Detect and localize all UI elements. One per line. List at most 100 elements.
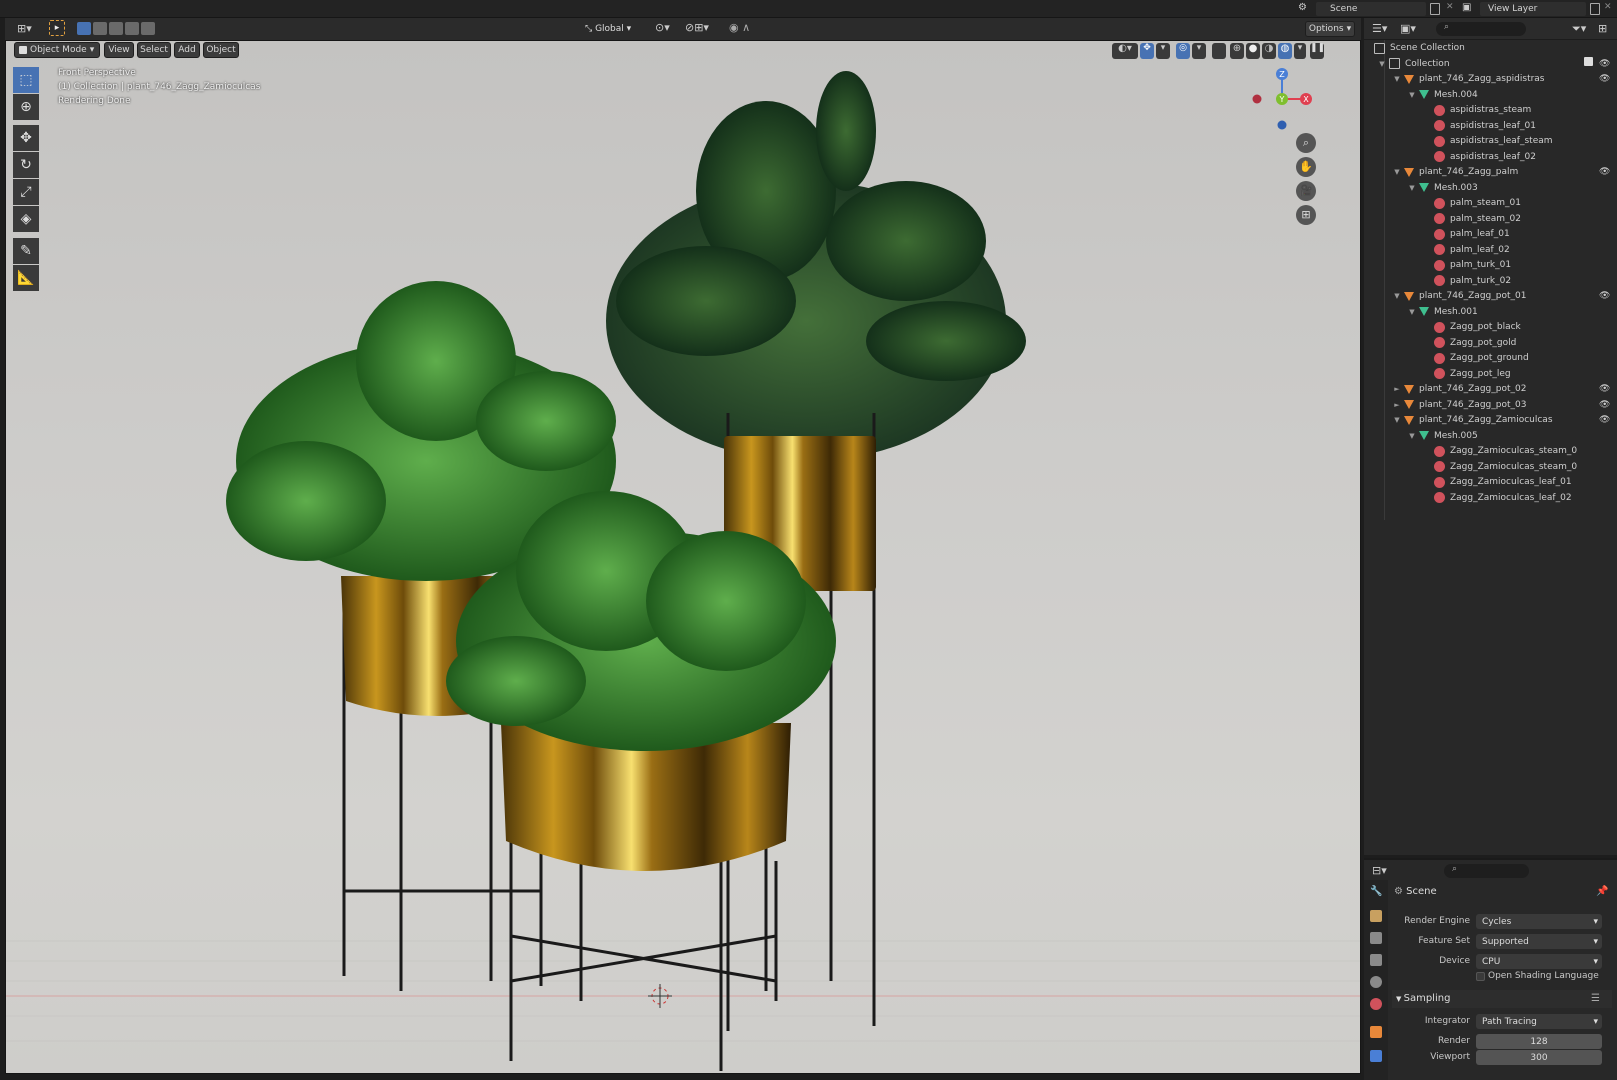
wireframe-shading-icon[interactable]: ⊕ (1230, 43, 1244, 59)
visibility-icon[interactable]: ◐▾ (1112, 43, 1138, 59)
visibility-eye-icon[interactable]: 👁 (1599, 400, 1610, 410)
outliner-row[interactable]: ▼ Mesh.001 (1364, 304, 1617, 320)
expand-down-icon[interactable]: ▼ (1392, 75, 1402, 83)
outliner-row[interactable]: Zagg_Zamioculcas_leaf_01 (1364, 474, 1617, 490)
view-menu[interactable]: View (104, 42, 134, 58)
scene-tab-icon[interactable] (1370, 976, 1382, 988)
outliner-search-input[interactable]: ⌕ (1436, 22, 1526, 36)
rotate-tool-icon[interactable]: ↻ (13, 152, 39, 178)
render-engine-dropdown[interactable]: Cycles ▾ (1476, 914, 1602, 929)
properties-editor-type-icon[interactable]: ⊟▾ (1372, 864, 1387, 877)
tool-tab-icon[interactable]: 🔧 (1370, 886, 1382, 898)
presets-icon[interactable]: ☰ (1591, 990, 1600, 1008)
pivot-point-icon[interactable]: ⊙▾ (655, 21, 677, 37)
outliner-row[interactable]: Zagg_Zamioculcas_steam_0 (1364, 459, 1617, 475)
modifier-tab-icon[interactable] (1370, 1050, 1382, 1062)
rendered-shading-icon[interactable]: ◍ (1278, 43, 1292, 59)
visibility-eye-icon[interactable]: 👁 (1599, 291, 1610, 301)
outliner-row[interactable]: Scene Collection (1364, 40, 1617, 56)
expand-down-icon[interactable]: ▼ (1407, 308, 1417, 316)
outliner-row[interactable]: Zagg_Zamioculcas_leaf_02 (1364, 490, 1617, 506)
outliner-row[interactable]: ▼ plant_746_Zagg_aspidistras 👁 (1364, 71, 1617, 87)
select-subtract-icon[interactable] (109, 22, 123, 35)
outliner-row[interactable]: Zagg_pot_ground (1364, 350, 1617, 366)
render-tab-icon[interactable] (1370, 910, 1382, 922)
select-intersect-icon[interactable] (141, 22, 155, 35)
pan-hand-icon[interactable]: ✋ (1296, 157, 1316, 177)
measure-tool-icon[interactable]: 📐 (13, 265, 39, 291)
pause-render-icon[interactable]: ❚❚ (1310, 43, 1325, 59)
select-invert-icon[interactable] (125, 22, 139, 35)
render-samples-field[interactable]: 128 (1476, 1034, 1602, 1049)
expand-down-icon[interactable]: ▼ (1392, 416, 1402, 424)
collection-checkbox[interactable] (1584, 57, 1593, 66)
expand-down-icon[interactable]: ▼ (1407, 184, 1417, 192)
cursor-tool-icon[interactable]: ⊕ (13, 94, 39, 120)
select-box-tool-icon[interactable]: ⬚ (13, 67, 39, 93)
3d-viewport[interactable]: Object Mode ▾ View Select Add Object ◐▾ ✥… (5, 40, 1361, 1074)
outliner-row[interactable]: palm_steam_01 (1364, 195, 1617, 211)
new-scene-icon[interactable] (1430, 3, 1440, 15)
transform-orientation-dropdown[interactable]: ⤡ Global ▾ (585, 21, 649, 37)
visibility-eye-icon[interactable]: 👁 (1599, 59, 1610, 69)
filter-icon[interactable]: ⏷▾ (1572, 22, 1586, 36)
outliner-row[interactable]: palm_steam_02 (1364, 211, 1617, 227)
world-tab-icon[interactable] (1370, 998, 1382, 1010)
move-tool-icon[interactable]: ✥ (13, 125, 39, 151)
outliner-row[interactable]: ▼ Mesh.003 (1364, 180, 1617, 196)
outliner-row[interactable]: Zagg_pot_leg (1364, 366, 1617, 382)
gizmo-dropdown-icon[interactable]: ▾ (1156, 43, 1170, 59)
overlays-toggle-icon[interactable]: ◎ (1176, 43, 1190, 59)
properties-search-input[interactable]: ⌕ (1444, 864, 1529, 878)
camera-view-icon[interactable]: 🎥 (1296, 181, 1316, 201)
expand-down-icon[interactable]: ▼ (1407, 91, 1417, 99)
editor-type-icon[interactable]: ⊞▾ (17, 22, 37, 36)
outliner-row[interactable]: palm_leaf_02 (1364, 242, 1617, 258)
navigation-gizmo[interactable]: Z Y X (1250, 65, 1314, 135)
expand-right-icon[interactable]: ► (1392, 385, 1402, 393)
overlays-dropdown-icon[interactable]: ▾ (1192, 43, 1206, 59)
outliner-row[interactable]: ▼ plant_746_Zagg_pot_01 👁 (1364, 288, 1617, 304)
gizmo-toggle-icon[interactable]: ✥ (1140, 43, 1154, 59)
proportional-editing-icon[interactable]: ◉ ∧ (729, 21, 759, 37)
outliner-row[interactable]: palm_leaf_01 (1364, 226, 1617, 242)
select-new-icon[interactable] (77, 22, 91, 35)
outliner-row[interactable]: ▼ Mesh.004 (1364, 87, 1617, 103)
outliner-row[interactable]: Zagg_pot_black (1364, 319, 1617, 335)
outliner-row[interactable]: ▼ plant_746_Zagg_Zamioculcas 👁 (1364, 412, 1617, 428)
outliner-row[interactable]: aspidistras_leaf_01 (1364, 118, 1617, 134)
object-menu[interactable]: Object (203, 42, 239, 58)
shading-dropdown-icon[interactable]: ▾ (1294, 43, 1306, 59)
pin-icon[interactable]: 📌 (1596, 886, 1608, 897)
view-layer-tab-icon[interactable] (1370, 954, 1382, 966)
mode-dropdown[interactable]: Object Mode ▾ (14, 42, 100, 58)
outliner-row[interactable]: ► plant_746_Zagg_pot_03 👁 (1364, 397, 1617, 413)
outliner-row[interactable]: palm_turk_02 (1364, 273, 1617, 289)
select-menu[interactable]: Select (137, 42, 171, 58)
annotate-tool-icon[interactable]: ✎ (13, 238, 39, 264)
outliner-row[interactable]: Zagg_Zamioculcas_steam_0 (1364, 443, 1617, 459)
display-mode-icon[interactable]: ▣▾ (1400, 22, 1416, 35)
output-tab-icon[interactable] (1370, 932, 1382, 944)
ortho-toggle-icon[interactable]: ⊞ (1296, 205, 1316, 225)
sampling-panel-header[interactable]: ▼ Sampling ☰ (1392, 990, 1612, 1008)
integrator-dropdown[interactable]: Path Tracing ▾ (1476, 1014, 1602, 1029)
delete-scene-icon[interactable]: ✕ (1446, 2, 1456, 12)
new-view-layer-icon[interactable] (1590, 3, 1600, 15)
select-extend-icon[interactable] (93, 22, 107, 35)
outliner-row[interactable]: palm_turk_01 (1364, 257, 1617, 273)
expand-right-icon[interactable]: ► (1392, 401, 1402, 409)
outliner-row[interactable]: ▼ Collection 👁 (1364, 56, 1617, 72)
add-menu[interactable]: Add (174, 42, 200, 58)
xray-icon[interactable] (1212, 43, 1226, 59)
transform-tool-icon[interactable]: ◈ (13, 206, 39, 232)
delete-view-layer-icon[interactable]: ✕ (1604, 2, 1614, 12)
snapping-icon[interactable]: ⊘⊞▾ (685, 21, 721, 37)
scene-icon[interactable]: ⚙ (1298, 2, 1312, 16)
solid-shading-icon[interactable]: ● (1246, 43, 1260, 59)
expand-down-icon[interactable]: ▼ (1407, 432, 1417, 440)
device-dropdown[interactable]: CPU ▾ (1476, 954, 1602, 969)
outliner-row[interactable]: ▼ Mesh.005 (1364, 428, 1617, 444)
outliner-row[interactable]: ▼ plant_746_Zagg_palm 👁 (1364, 164, 1617, 180)
outliner-row[interactable]: aspidistras_leaf_02 (1364, 149, 1617, 165)
